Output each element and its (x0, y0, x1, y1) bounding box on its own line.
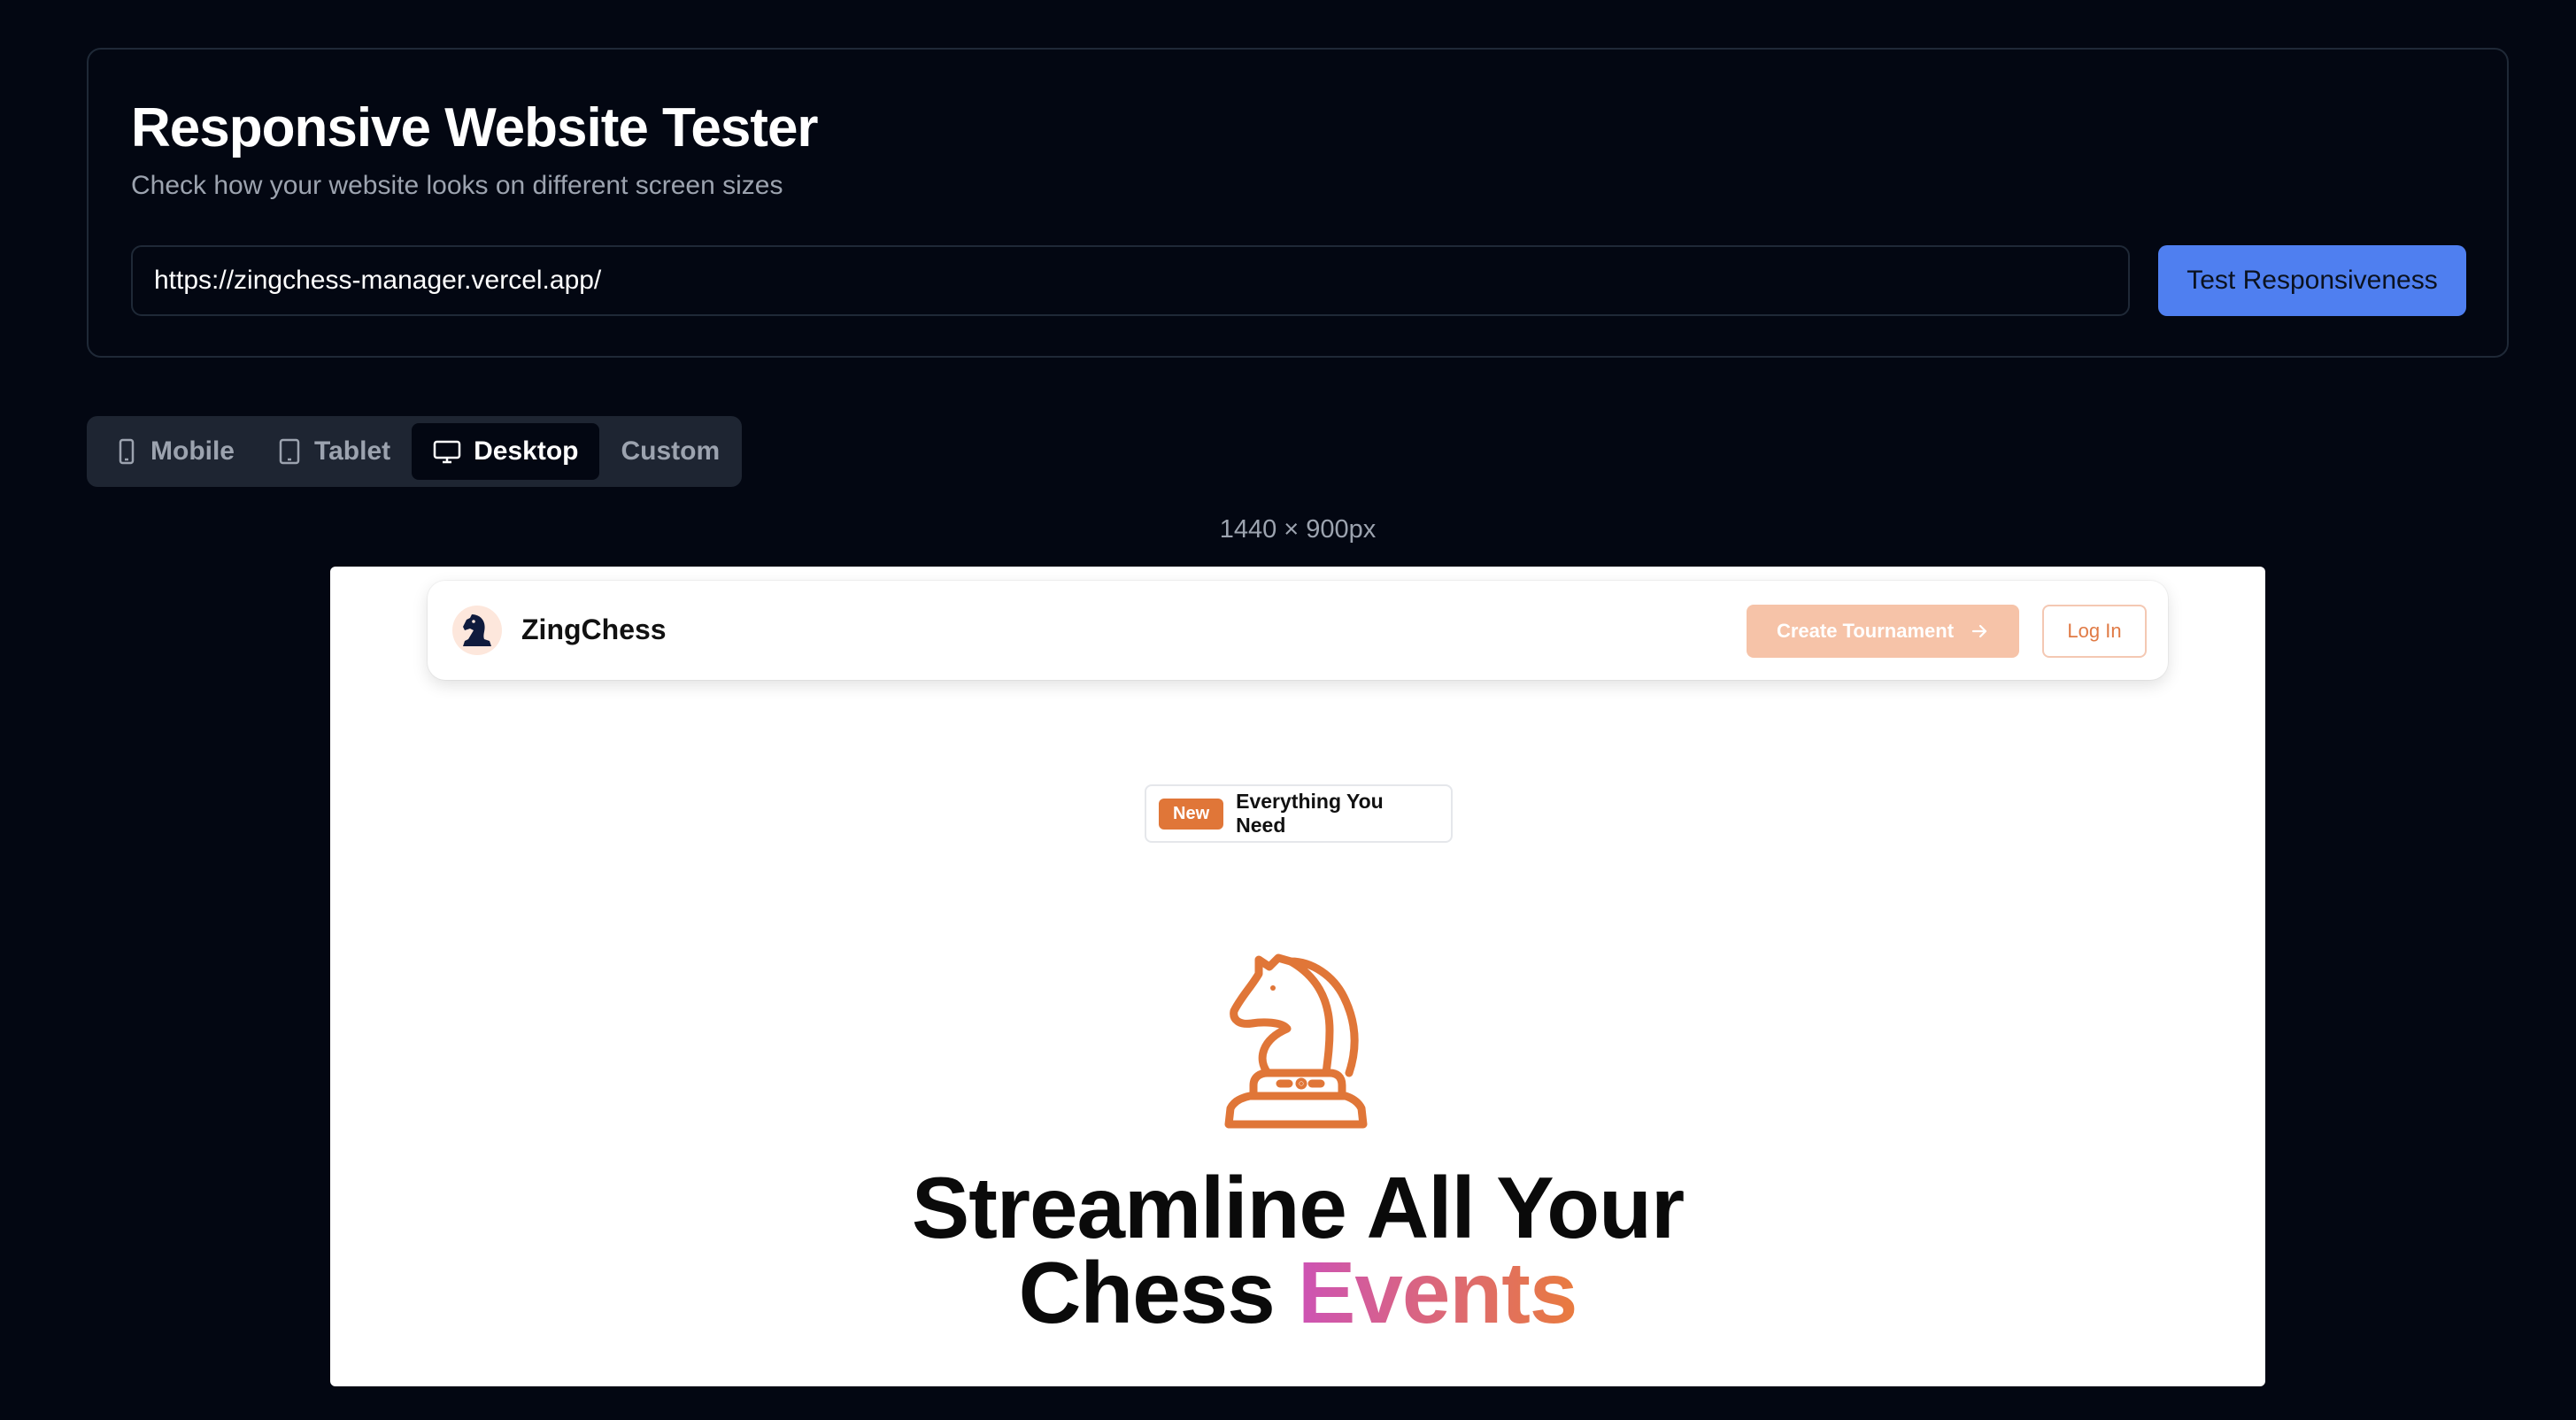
tester-card: Responsive Website Tester Check how your… (87, 48, 2509, 358)
tab-desktop[interactable]: Desktop (412, 423, 600, 480)
preview-navbar: ZingChess Create Tournament Log In (428, 581, 2168, 680)
feature-badge: New Everything You Need (1145, 784, 1453, 843)
chess-knight-icon (1224, 953, 1368, 1129)
page-title: Responsive Website Tester (131, 97, 819, 158)
arrow-right-icon (1971, 624, 1987, 638)
tab-mobile[interactable]: Mobile (94, 423, 256, 480)
badge-text: Everything You Need (1236, 790, 1384, 837)
device-tabs: Mobile Tablet Desktop Custom (87, 416, 742, 487)
create-tournament-label: Create Tournament (1776, 620, 1955, 642)
preview-brand: ZingChess (521, 614, 667, 645)
create-tournament-button[interactable]: Create Tournament (1747, 605, 2019, 658)
headline-highlight: Events (1298, 1244, 1577, 1341)
headline-line2: Chess Events (330, 1249, 2265, 1336)
preview-logo (452, 606, 502, 655)
url-input[interactable] (131, 245, 2130, 316)
tab-desktop-label: Desktop (474, 436, 579, 466)
tab-tablet-label: Tablet (314, 436, 391, 466)
login-button[interactable]: Log In (2042, 605, 2147, 658)
tablet-icon (279, 438, 300, 465)
headline-word: Chess (1018, 1244, 1276, 1341)
knight-logo-icon (463, 614, 491, 646)
tab-custom[interactable]: Custom (599, 423, 741, 480)
monitor-icon (433, 440, 461, 464)
tab-tablet[interactable]: Tablet (256, 423, 412, 480)
headline-line1: Streamline All Your (911, 1159, 1685, 1256)
smartphone-icon (119, 438, 135, 465)
tab-custom-label: Custom (621, 436, 721, 466)
viewport-dimensions: 1440 × 900px (1219, 515, 1377, 544)
tab-mobile-label: Mobile (150, 436, 235, 466)
new-badge: New (1159, 798, 1224, 830)
test-responsiveness-button[interactable]: Test Responsiveness (2158, 245, 2466, 316)
preview-frame: ZingChess Create Tournament Log In New E… (330, 567, 2265, 1386)
page-subtitle: Check how your website looks on differen… (131, 171, 783, 200)
hero-headline: Streamline All Your Chess Events (330, 1159, 2265, 1336)
